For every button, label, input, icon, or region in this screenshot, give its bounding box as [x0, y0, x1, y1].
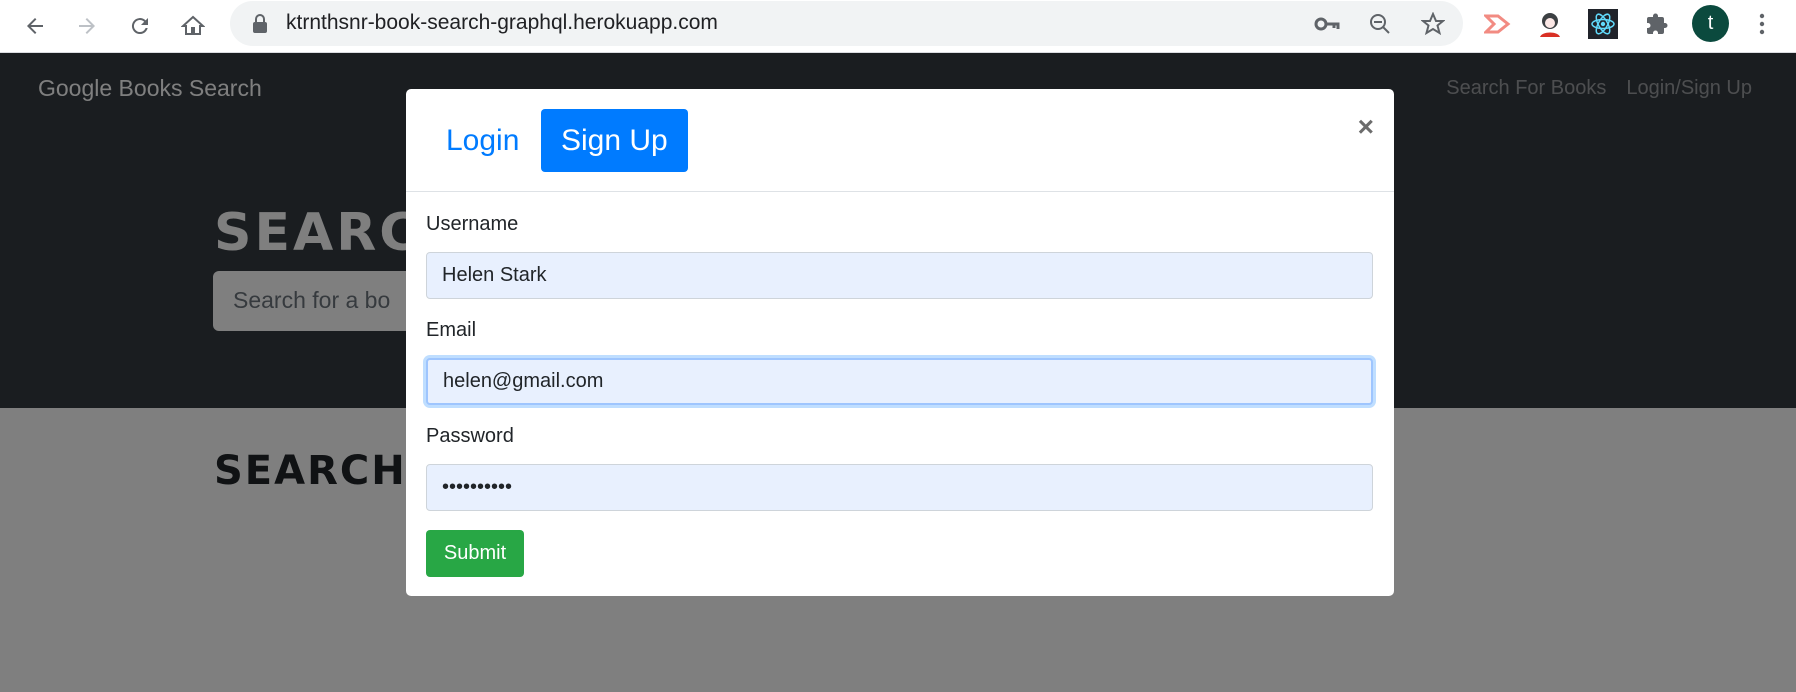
star-icon[interactable]: [1418, 9, 1448, 39]
home-icon[interactable]: [173, 6, 213, 46]
browser-toolbar: ktrnthsnr-book-search-graphql.herokuapp.…: [0, 0, 1796, 53]
tab-signup[interactable]: Sign Up: [541, 109, 688, 172]
email-input[interactable]: [426, 358, 1373, 405]
lock-icon: [252, 14, 268, 39]
username-input[interactable]: [426, 252, 1373, 299]
url-text: ktrnthsnr-book-search-graphql.herokuapp.…: [286, 11, 718, 34]
modal-header: Login Sign Up ×: [406, 89, 1394, 192]
kebab-menu-icon[interactable]: [1746, 8, 1778, 40]
extension-arrow-icon[interactable]: [1482, 8, 1514, 40]
signup-modal: Login Sign Up × Username Email Password …: [406, 89, 1394, 596]
react-devtools-icon[interactable]: [1587, 8, 1619, 40]
reload-icon[interactable]: [120, 6, 160, 46]
profile-avatar[interactable]: t: [1692, 5, 1729, 42]
username-label: Username: [426, 213, 519, 235]
password-input[interactable]: [426, 464, 1373, 511]
address-bar[interactable]: ktrnthsnr-book-search-graphql.herokuapp.…: [230, 1, 1463, 46]
puzzle-icon[interactable]: [1641, 8, 1673, 40]
close-icon[interactable]: ×: [1358, 111, 1374, 143]
back-arrow-icon[interactable]: [15, 6, 55, 46]
zoom-out-icon[interactable]: [1365, 9, 1395, 39]
submit-button[interactable]: Submit: [426, 530, 524, 577]
forward-arrow-icon[interactable]: [67, 6, 107, 46]
key-icon[interactable]: [1312, 9, 1342, 39]
password-label: Password: [426, 425, 514, 447]
tab-login[interactable]: Login: [426, 109, 539, 172]
email-label: Email: [426, 319, 477, 341]
extension-avatar-icon[interactable]: [1534, 8, 1566, 40]
